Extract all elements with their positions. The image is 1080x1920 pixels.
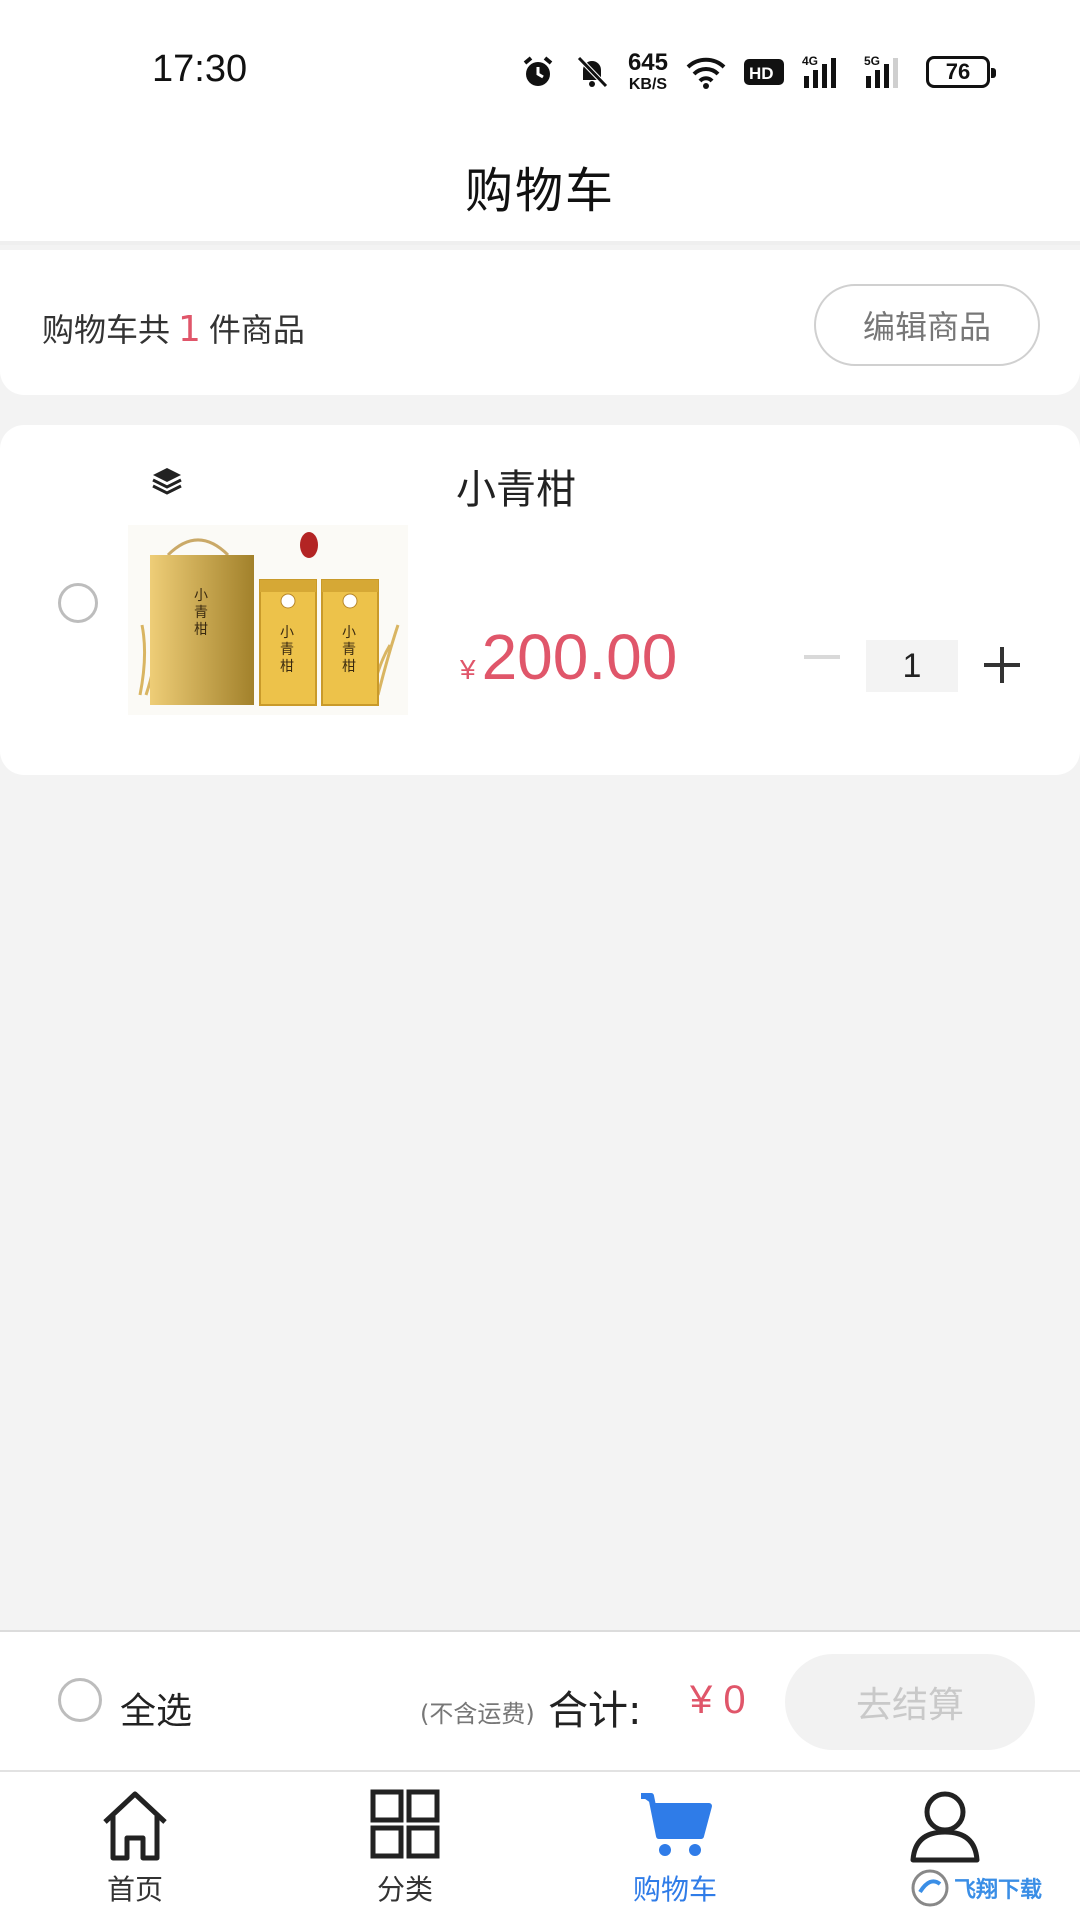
total-value: ¥ 0 <box>690 1678 746 1722</box>
checkout-button[interactable]: 去结算 <box>785 1654 1035 1750</box>
status-time: 17:30 <box>152 48 248 90</box>
net-speed: 645 KB/S <box>628 51 668 93</box>
edit-items-button[interactable]: 编辑商品 <box>814 284 1040 366</box>
nav-item-cart[interactable]: 购物车 <box>540 1772 810 1920</box>
battery-level: 76 <box>945 59 971 84</box>
svg-text:青: 青 <box>280 642 294 658</box>
nav-label-category: 分类 <box>376 1873 433 1906</box>
svg-text:柑: 柑 <box>342 659 356 675</box>
summary-prefix: 购物车共 <box>42 311 171 349</box>
watermark-text: 飞翔下载 <box>954 1878 1043 1903</box>
nav-item-home[interactable]: 首页 <box>0 1772 270 1920</box>
cart-item: 小 青 柑 小 青 柑 小 青 柑 小青柑 ¥ 200.00 1 <box>0 425 1080 775</box>
quantity-increase-button[interactable] <box>980 643 1024 687</box>
minus-icon <box>804 655 840 659</box>
bell-off-icon <box>577 56 608 88</box>
svg-text:青: 青 <box>342 642 356 658</box>
svg-text:青: 青 <box>194 605 208 621</box>
home-icon <box>103 1791 167 1861</box>
svg-text:小: 小 <box>280 625 294 641</box>
page-title: 购物车 <box>464 162 615 219</box>
nav-label-home: 首页 <box>106 1873 163 1906</box>
cart-summary: 购物车共 1 件商品 编辑商品 <box>0 250 1080 395</box>
total-label: 合计: <box>548 1688 642 1734</box>
checkout-bar: 全选 (不含运费) 合计: ¥ 0 去结算 <box>0 1630 1080 1770</box>
hd-badge-text: HD <box>749 64 774 83</box>
select-all-label[interactable]: 全选 <box>120 1682 192 1734</box>
app-header: 购物车 <box>0 130 1080 245</box>
price-currency: ¥ <box>460 654 476 685</box>
wifi-icon <box>686 57 726 89</box>
status-icons: 645 KB/S HD 4G 5G 76 <box>520 48 996 96</box>
summary-suffix: 件商品 <box>208 311 305 349</box>
status-bar: 17:30 645 KB/S HD 4G 5G 76 <box>0 0 1080 130</box>
net-speed-value: 645 <box>627 49 668 76</box>
signal-icon-5g: 5G <box>864 54 898 88</box>
svg-text:柑: 柑 <box>280 659 294 675</box>
watermark-logo-icon <box>911 1869 949 1907</box>
summary-count: 1 <box>178 309 201 350</box>
cart-icon <box>641 1793 712 1856</box>
price-amount: 200.00 <box>481 621 678 693</box>
alarm-icon <box>523 56 553 86</box>
select-all-radio[interactable] <box>58 1678 102 1722</box>
nav-item-category[interactable]: 分类 <box>270 1772 540 1920</box>
quantity-input[interactable]: 1 <box>866 640 958 692</box>
product-image[interactable]: 小 青 柑 小 青 柑 小 青 柑 <box>128 525 408 715</box>
grid-icon <box>370 1789 440 1859</box>
net-speed-unit: KB/S <box>628 76 668 93</box>
plus-icon <box>984 647 1020 683</box>
svg-text:小: 小 <box>194 588 208 604</box>
shipping-note: (不含运费) <box>420 1700 535 1728</box>
signal-label-4g: 4G <box>802 54 818 68</box>
product-name[interactable]: 小青柑 <box>456 457 576 515</box>
user-icon <box>910 1791 980 1863</box>
svg-text:柑: 柑 <box>194 622 208 638</box>
signal-icon: 4G <box>802 54 836 88</box>
product-price: ¥ 200.00 <box>460 620 677 694</box>
cart-summary-text: 购物车共 1 件商品 <box>42 305 305 351</box>
hd-icon: HD <box>744 59 784 85</box>
svg-text:小: 小 <box>342 625 356 641</box>
shop-layers-icon <box>152 468 182 495</box>
watermark: 飞翔下载 <box>910 1864 1070 1912</box>
quantity-decrease-button[interactable] <box>800 635 844 679</box>
signal-label-5g: 5G <box>864 54 880 68</box>
battery-icon: 76 <box>926 56 996 88</box>
nav-label-cart: 购物车 <box>632 1873 717 1906</box>
item-select-radio[interactable] <box>58 583 98 623</box>
